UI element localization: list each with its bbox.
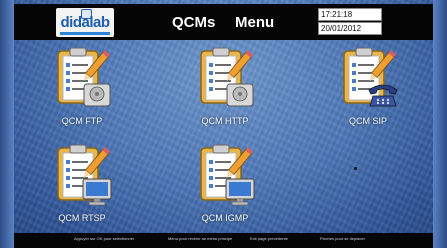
hard-drive-icon xyxy=(83,83,111,107)
hint-ok: Appuyer sur OK pour selectionner xyxy=(74,236,135,241)
hint-arrows: Fleches pour se deplacer xyxy=(320,236,365,241)
quiz-clipboard-icon xyxy=(200,47,254,107)
app-screen: didalab QCMs Menu 17:21:18 20/01/2012 QC… xyxy=(0,0,447,248)
tile-label: QCM HTTP xyxy=(201,116,249,126)
date-display: 20/01/2012 xyxy=(318,22,382,35)
screen-frame-left xyxy=(0,0,14,248)
menu-tile-qcm-rtsp[interactable]: QCM RTSP xyxy=(43,143,121,223)
hint-exit: Exit page precedente xyxy=(250,236,288,241)
page-subtitle: Menu xyxy=(235,14,275,31)
tile-label: QCM RTSP xyxy=(58,213,106,223)
tile-label: QCM IGMP xyxy=(201,213,249,223)
page-title: QCMs xyxy=(172,14,216,31)
clock-display: 17:21:18 xyxy=(318,8,382,21)
menu-tile-qcm-http[interactable]: QCM HTTP xyxy=(186,46,264,126)
quiz-clipboard-icon xyxy=(200,144,255,206)
logo-underline xyxy=(60,32,110,35)
menu-tile-qcm-sip[interactable]: QCM SIP xyxy=(329,46,407,126)
logo-text: didalab xyxy=(60,14,110,31)
hard-drive-icon xyxy=(226,83,254,107)
didalab-logo: didalab xyxy=(56,8,114,37)
footer-hint-bar: Appuyer sur OK pour selectionner Menu po… xyxy=(14,233,433,248)
quiz-clipboard-icon xyxy=(57,47,111,107)
monitor-icon xyxy=(82,178,112,206)
mouse-pointer xyxy=(354,167,357,170)
tile-label: QCM SIP xyxy=(348,116,387,126)
monitor-icon xyxy=(225,178,255,206)
quiz-clipboard-icon xyxy=(343,47,398,107)
menu-tile-qcm-igmp[interactable]: QCM IGMP xyxy=(186,143,264,223)
header-bar: didalab QCMs Menu 17:21:18 20/01/2012 xyxy=(14,4,433,40)
hint-menu: Menu pour revenir au menu principe xyxy=(168,236,233,241)
screen-frame-right xyxy=(433,0,447,248)
tile-label: QCM FTP xyxy=(61,116,103,126)
quiz-clipboard-icon xyxy=(57,144,112,206)
menu-tile-qcm-ftp[interactable]: QCM FTP xyxy=(43,46,121,126)
